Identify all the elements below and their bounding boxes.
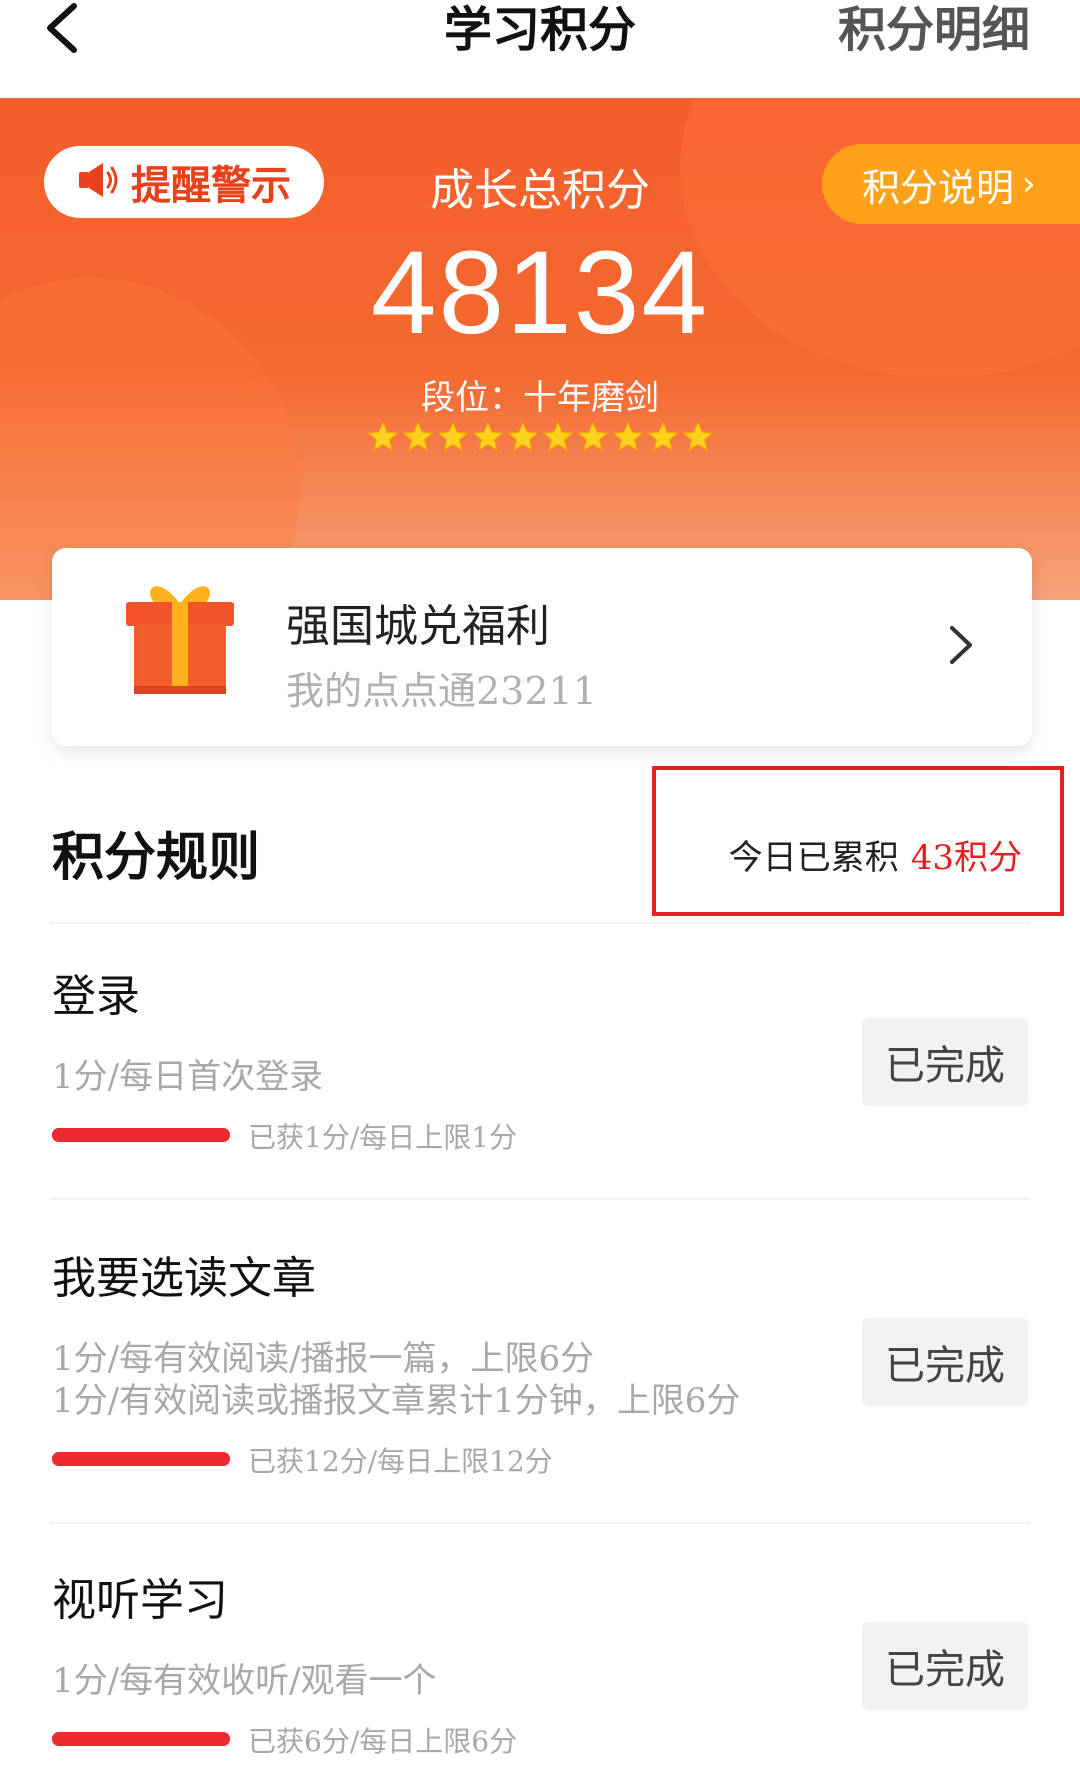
task-complete-button[interactable]: 已完成 (862, 1318, 1028, 1406)
today-points-highlight: 今日已累积 43积分 (652, 766, 1064, 916)
points-explain-button[interactable]: 积分说明 › (822, 144, 1080, 224)
task-progress-fill (52, 1732, 230, 1746)
task-description: 1分/每日首次登录 (52, 1057, 324, 1097)
task-progress-fill (52, 1452, 230, 1466)
task-progress-fill (52, 1128, 230, 1142)
gift-box-icon (122, 574, 238, 698)
star-icon (506, 420, 540, 454)
star-icon (681, 420, 715, 454)
today-points-value: 43积分 (910, 838, 1022, 878)
divider (50, 1198, 1030, 1200)
points-balance: 我的点点通23211 (286, 669, 597, 713)
divider (50, 1522, 1030, 1524)
task-name: 视听学习 (52, 1575, 228, 1626)
star-icon (436, 420, 470, 454)
star-icon (471, 420, 505, 454)
star-icon (576, 420, 610, 454)
star-icon (541, 420, 575, 454)
star-icon (646, 420, 680, 454)
task-progress-bar (52, 1732, 230, 1746)
welfare-title: 强国城兑福利 (286, 601, 550, 652)
star-icon (611, 420, 645, 454)
task-complete-button[interactable]: 已完成 (862, 1018, 1028, 1106)
today-points-label: 今日已累积 (728, 838, 899, 878)
star-icon (401, 420, 435, 454)
task-progress-text: 已获1分/每日上限1分 (248, 1121, 518, 1154)
task-progress-text: 已获6分/每日上限6分 (248, 1725, 518, 1758)
points-detail-link[interactable]: 积分明细 (838, 0, 1030, 60)
task-description: 1分/有效阅读或播报文章累计1分钟，上限6分 (52, 1381, 741, 1421)
task-progress-text: 已获12分/每日上限12分 (248, 1445, 553, 1478)
chevron-right-icon: › (1022, 164, 1036, 204)
welfare-card[interactable]: 强国城兑福利 我的点点通23211 (52, 548, 1032, 746)
task-description: 1分/每有效阅读/播报一篇，上限6分 (52, 1339, 595, 1379)
today-points-summary: 今日已累积 43积分 (729, 830, 1022, 879)
task-description: 1分/每有效收听/观看一个 (52, 1661, 437, 1701)
task-progress-bar (52, 1128, 230, 1142)
task-progress-bar (52, 1452, 230, 1466)
top-bar: 学习积分 积分明细 (0, 0, 1080, 98)
total-score: 48134 (370, 227, 710, 359)
rules-title: 积分规则 (52, 827, 261, 888)
task-complete-button[interactable]: 已完成 (862, 1622, 1028, 1710)
task-name: 登录 (52, 971, 140, 1022)
divider (50, 922, 1030, 924)
points-hero: 提醒警示 成长总积分 积分说明 › 48134 段位：十年磨剑 (0, 98, 1080, 600)
points-explain-label: 积分说明 (862, 165, 1015, 210)
rank-label: 段位：十年磨剑 (421, 378, 659, 418)
rank-stars (366, 420, 714, 456)
chevron-right-icon (946, 620, 976, 670)
star-icon (366, 420, 400, 454)
task-name: 我要选读文章 (52, 1253, 316, 1304)
